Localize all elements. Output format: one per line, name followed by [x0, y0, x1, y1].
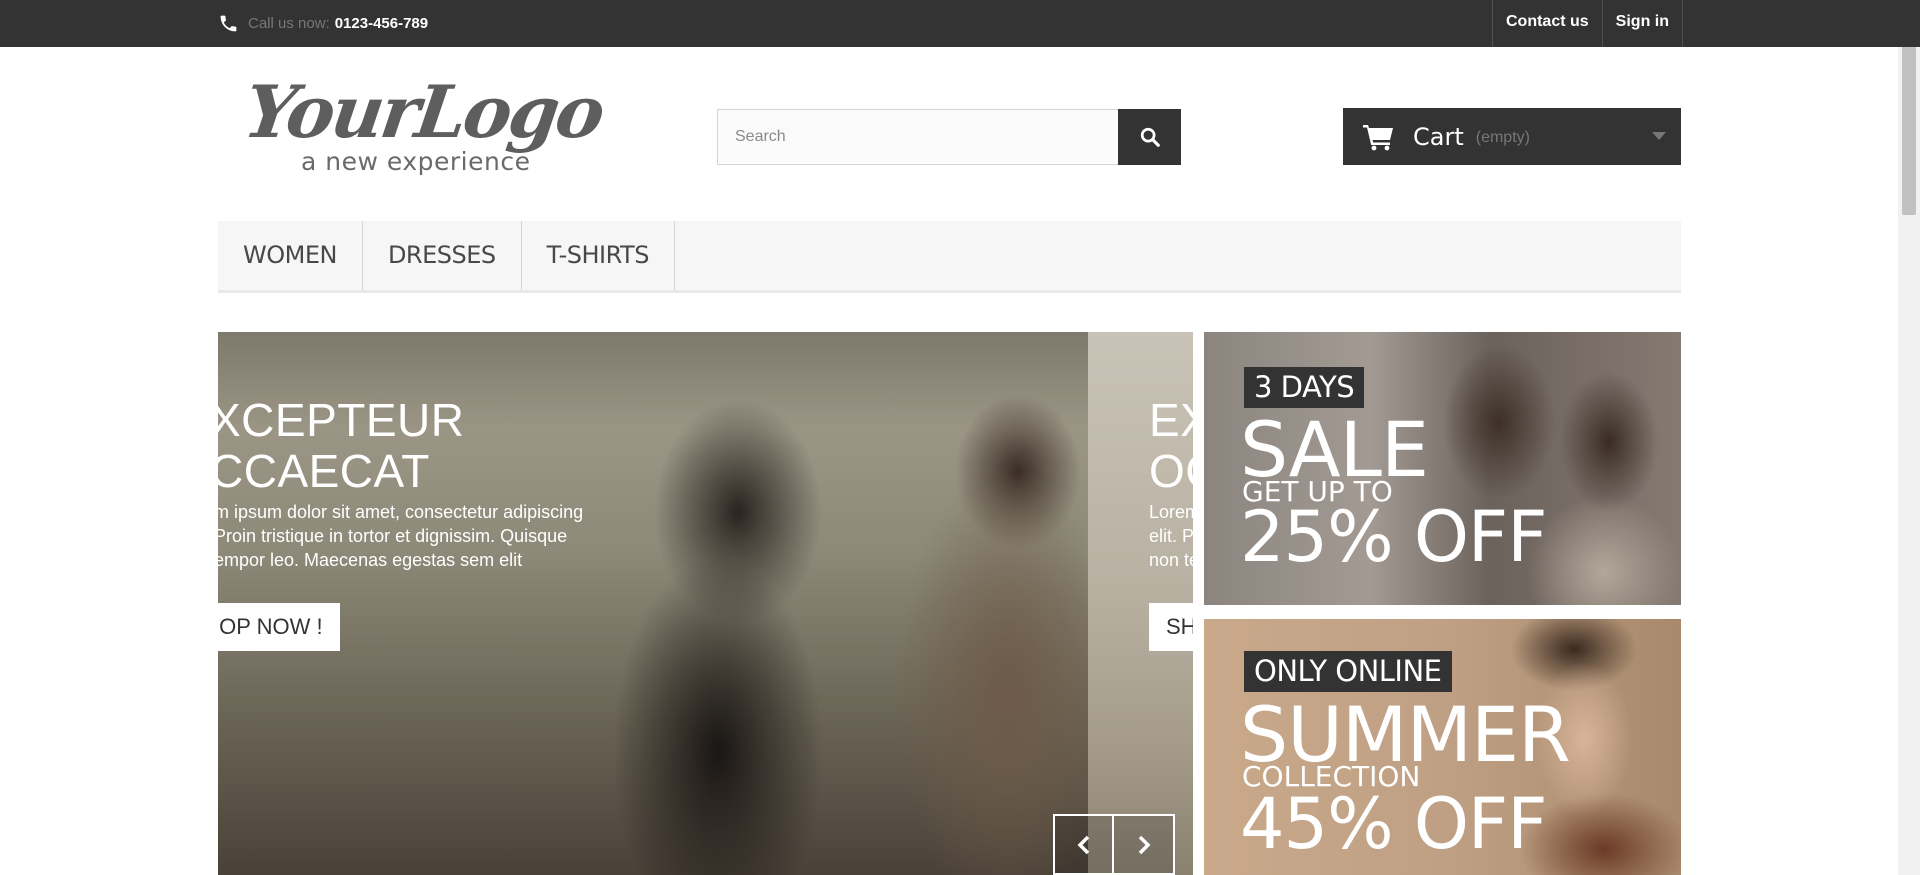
phone-info: Call us now: 0123-456-789: [218, 9, 428, 37]
menu-item-women[interactable]: WOMEN: [218, 221, 363, 290]
store-logo[interactable]: YourLogo a new experience: [239, 69, 607, 184]
cart-status: (empty): [1475, 129, 1530, 146]
next-slide-title-line2: OC: [1149, 445, 1193, 497]
search-icon: [1140, 127, 1160, 147]
chevron-down-icon: [1652, 132, 1666, 140]
search-input[interactable]: [717, 109, 1118, 165]
banner-tag: ONLY ONLINE: [1244, 651, 1452, 692]
banner-tag: 3 DAYS: [1244, 367, 1365, 408]
phone-number: 0123-456-789: [334, 14, 429, 32]
phone-icon: [220, 15, 237, 31]
sale-banner[interactable]: 3 DAYS SALE GET UP TO 25% OFF: [1204, 332, 1681, 605]
slider-controls: [1053, 814, 1175, 875]
summer-collection-banner[interactable]: ONLY ONLINE SUMMER COLLECTION 45% OFF: [1204, 619, 1681, 875]
contact-us-link[interactable]: Contact us: [1492, 0, 1602, 47]
sign-in-link[interactable]: Sign in: [1601, 0, 1683, 47]
logo-tagline: a new experience: [301, 147, 531, 176]
slide-text-line3: empor leo. Maecenas egestas sem elit: [218, 550, 523, 570]
slide-text-line1: m ipsum dolor sit amet, consectetur adip…: [218, 502, 584, 522]
home-slider: XCEPTEUR CCAECAT m ipsum dolor sit amet,…: [218, 332, 1193, 875]
search-form: [717, 109, 1181, 165]
slider-prev-button[interactable]: [1053, 814, 1114, 875]
menu-item-dresses[interactable]: DRESSES: [363, 221, 522, 290]
slide-title-line2: CCAECAT: [218, 445, 430, 497]
chevron-left-icon: [1077, 835, 1089, 854]
top-bar: Call us now: 0123-456-789 Contact us Sig…: [0, 0, 1920, 47]
menu-item-t-shirts[interactable]: T-SHIRTS: [522, 221, 675, 290]
next-shop-now-button[interactable]: SH: [1149, 603, 1193, 651]
main-menu: WOMEN DRESSES T-SHIRTS: [218, 221, 1681, 293]
next-slide-text-line3: non te: [1149, 550, 1193, 570]
logo-script-text: YourLogo: [239, 69, 608, 154]
page-scrollbar[interactable]: [1898, 0, 1920, 875]
shop-now-button[interactable]: IOP NOW !: [218, 603, 340, 651]
cart-icon: [1363, 124, 1393, 150]
next-slide-text-line2: elit. P: [1149, 526, 1193, 546]
cart-button[interactable]: Cart (empty): [1343, 108, 1681, 165]
slide-title-line1: XCEPTEUR: [218, 394, 465, 446]
chevron-right-icon: [1138, 835, 1150, 854]
banner-offer: 25% OFF: [1240, 496, 1547, 578]
slide-text-line2: Proin tristique in tortor et dignissim. …: [218, 526, 568, 546]
search-button[interactable]: [1118, 109, 1181, 165]
next-slide-text-line1: Lorem: [1149, 502, 1193, 522]
next-slide-title-line1: EX: [1149, 394, 1193, 446]
slider-next-button[interactable]: [1114, 814, 1175, 875]
call-label: Call us now:: [248, 14, 330, 32]
banner-offer: 45% OFF: [1240, 783, 1547, 865]
cart-label: Cart: [1413, 122, 1464, 151]
scrollbar-thumb[interactable]: [1902, 35, 1916, 215]
